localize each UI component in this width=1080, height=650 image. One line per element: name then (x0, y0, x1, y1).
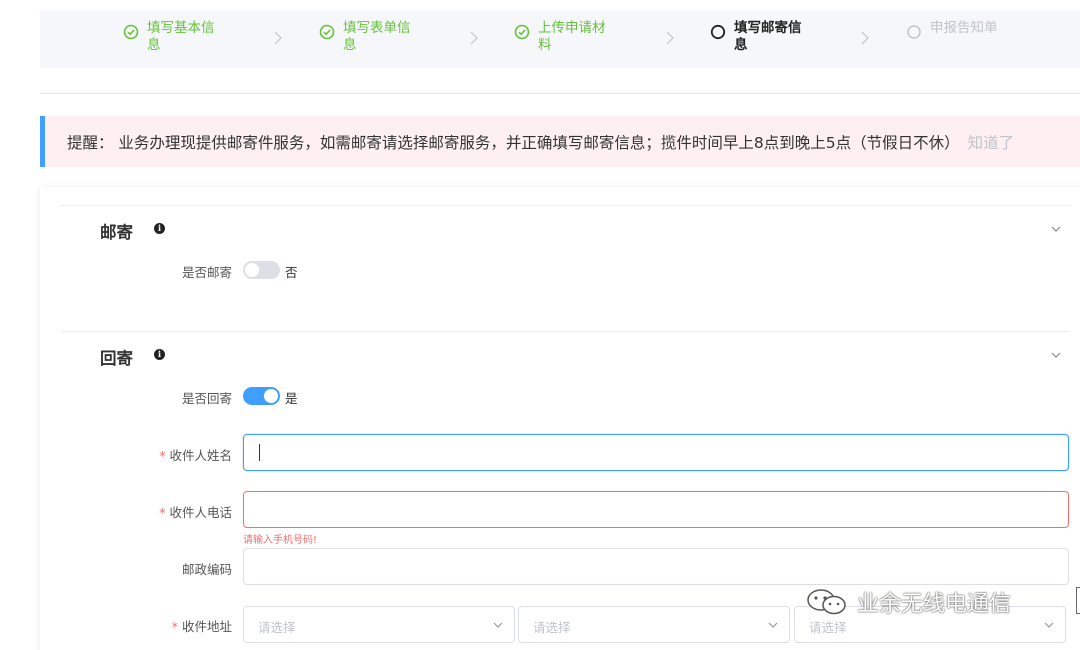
check-circle-icon (123, 24, 139, 40)
check-circle-icon (514, 24, 530, 40)
chevron-down-icon[interactable] (1050, 223, 1062, 235)
section-divider (60, 331, 1070, 332)
notice-banner: 提醒： 业务办理现提供邮寄件服务，如需邮寄请选择邮寄服务，并正确填写邮寄信息；揽… (40, 116, 1080, 167)
step-label: 填写基本信息 (147, 20, 215, 53)
check-circle-icon (319, 24, 335, 40)
postal-code-label: 邮政编码 (181, 562, 232, 577)
mail-toggle-text: 否 (285, 265, 298, 280)
section-title-mail: 邮寄 (100, 223, 133, 242)
recipient-name-input[interactable] (243, 434, 1069, 471)
chevron-down-icon[interactable] (1050, 349, 1062, 361)
recipient-phone-label: * 收件人电话 (159, 505, 232, 520)
notice-text: 提醒： 业务办理现提供邮寄件服务，如需邮寄请选择邮寄服务，并正确填写邮寄信息；揽… (67, 133, 960, 152)
chevron-right-icon (861, 31, 869, 45)
recipient-phone-input[interactable] (243, 491, 1069, 528)
mail-toggle-label: 是否邮寄 (181, 265, 232, 280)
chevron-right-icon (274, 31, 282, 45)
wechat-icon (807, 589, 846, 615)
edge-element (1076, 587, 1080, 614)
return-toggle-switch[interactable] (243, 387, 280, 405)
step-label: 填写邮寄信息 (734, 20, 802, 53)
step-form-info: 填写表单信息 (319, 20, 417, 54)
mail-toggle-switch[interactable] (243, 261, 280, 279)
chevron-right-icon (470, 31, 478, 45)
section-title-return: 回寄 (100, 349, 133, 368)
step-upload-materials: 上传申请材料 (514, 20, 612, 54)
info-icon[interactable]: i (154, 223, 165, 234)
return-toggle-label: 是否回寄 (181, 391, 232, 406)
notice-ack-link[interactable]: 知道了 (968, 131, 1015, 153)
city-select[interactable]: 请选择 (518, 606, 790, 643)
chevron-down-icon (768, 622, 778, 628)
step-label: 上传申请材料 (538, 20, 606, 53)
step-label: 填写表单信息 (343, 20, 411, 53)
step-basic-info: 填写基本信息 (123, 20, 221, 54)
circle-icon (907, 25, 921, 39)
return-toggle-text: 是 (285, 391, 298, 406)
watermark-text: 业余无线电通信 (857, 592, 1012, 617)
circle-icon (710, 24, 726, 40)
step-label: 申报告知单 (930, 20, 998, 36)
step-declaration-notice: 申报告知单 (906, 20, 1020, 40)
chevron-down-icon (493, 622, 503, 628)
province-select[interactable]: 请选择 (243, 606, 515, 643)
info-icon[interactable]: i (154, 349, 165, 360)
text-caret (259, 444, 260, 461)
chevron-right-icon (666, 31, 674, 45)
divider (40, 93, 1080, 94)
recipient-name-label: * 收件人姓名 (159, 448, 232, 463)
step-mailing-info: 填写邮寄信息 (710, 20, 808, 54)
steps-bar: 填写基本信息 填写表单信息 上传申请材料 填写邮寄信息 申报告知单 (40, 10, 1080, 68)
section-divider (60, 205, 1070, 206)
phone-error-message: 请输入手机号码! (243, 535, 318, 546)
postal-code-input[interactable] (243, 548, 1069, 585)
watermark: 业余无线电通信 (805, 586, 1011, 618)
address-label: * 收件地址 (171, 619, 232, 634)
chevron-down-icon (1044, 622, 1054, 628)
